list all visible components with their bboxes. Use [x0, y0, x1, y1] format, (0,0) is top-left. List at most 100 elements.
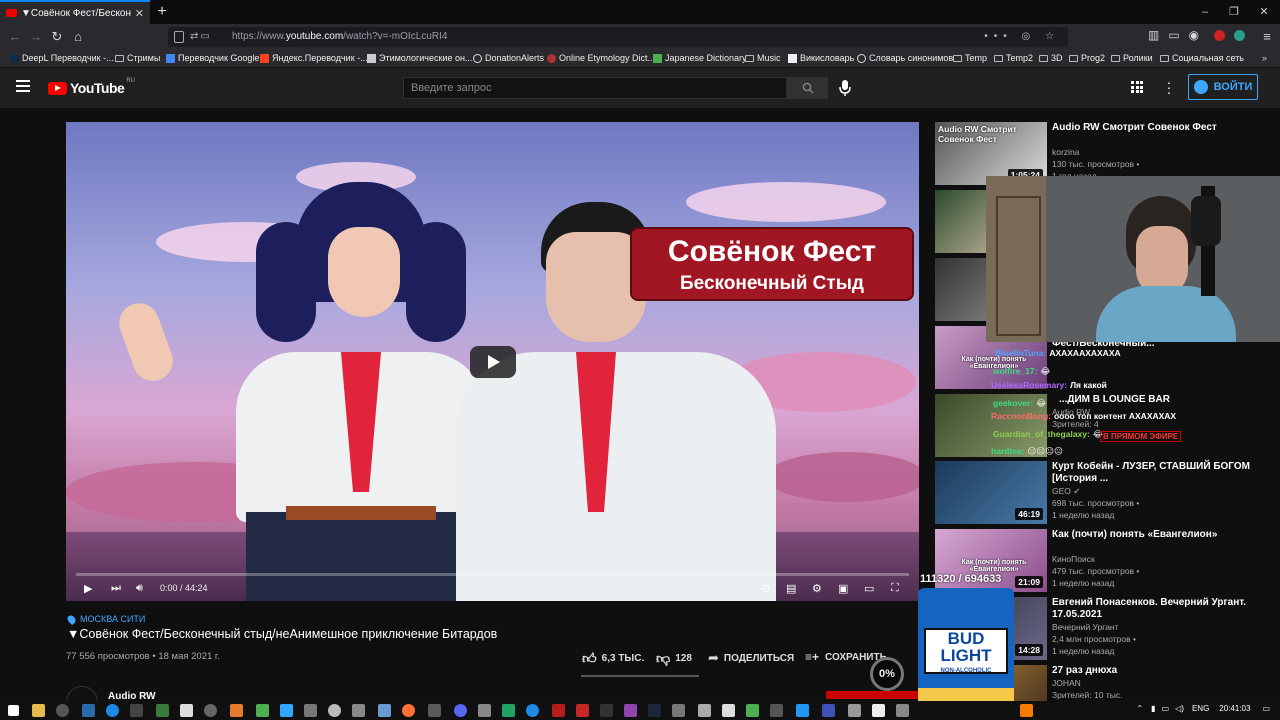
- app-icon[interactable]: [896, 704, 909, 717]
- home-icon[interactable]: ⌂: [69, 28, 87, 46]
- settings-more-icon[interactable]: · · ·: [1166, 75, 1172, 99]
- play-icon[interactable]: ▶: [84, 582, 92, 595]
- video-progress-bar[interactable]: [76, 573, 909, 576]
- app-icon[interactable]: [304, 704, 317, 717]
- bookmark-etymology-online[interactable]: Этимологические он...: [367, 53, 472, 63]
- system-tray[interactable]: ⌃ ▮ ▭ ◁) ENG 20:41:03 ▭: [1136, 704, 1270, 713]
- app-icon[interactable]: [428, 704, 441, 717]
- app-icon[interactable]: [600, 704, 613, 717]
- bookmark-videos[interactable]: Ролики: [1111, 53, 1153, 63]
- app-icon[interactable]: [156, 704, 169, 717]
- app-icon[interactable]: [698, 704, 711, 717]
- new-tab-button[interactable]: +: [153, 2, 171, 22]
- app-icon[interactable]: [722, 704, 735, 717]
- bookmark-synonyms[interactable]: Словарь синонимов: [857, 53, 953, 63]
- steam-icon[interactable]: [648, 704, 661, 717]
- excel-icon[interactable]: [502, 704, 515, 717]
- bookmark-social[interactable]: Социальная сеть: [1160, 53, 1244, 63]
- bookmark-3d[interactable]: 3D: [1039, 53, 1063, 63]
- bookmark-prog2[interactable]: Prog2: [1069, 53, 1105, 63]
- search-input[interactable]: Введите запрос: [403, 77, 787, 99]
- page-actions[interactable]: ••• ◎ ☆: [984, 27, 1060, 47]
- next-icon[interactable]: ⏭: [111, 582, 121, 595]
- app-icon[interactable]: [180, 704, 193, 717]
- steam-icon[interactable]: [82, 704, 95, 717]
- bookmark-donationalerts[interactable]: DonationAlerts: [473, 53, 544, 63]
- start-menu-icon[interactable]: [8, 705, 19, 716]
- hamburger-menu-icon[interactable]: ≡: [1258, 28, 1276, 46]
- app-icon[interactable]: [872, 704, 885, 717]
- bookmark-japanese-dictionary[interactable]: Japanese Dictionary: [653, 53, 747, 63]
- search-button[interactable]: [787, 77, 828, 99]
- app-icon[interactable]: [478, 704, 491, 717]
- subtitles-icon[interactable]: ▤: [786, 582, 796, 595]
- bookmark-wiktionary[interactable]: Викисловарь: [788, 53, 854, 63]
- discord-icon[interactable]: [454, 704, 467, 717]
- app-icon[interactable]: [672, 704, 685, 717]
- bookmark-yandex[interactable]: Яндекс.Переводчик -...: [260, 53, 368, 63]
- youtube-logo[interactable]: YouTube RU: [48, 78, 135, 96]
- app-icon[interactable]: [1020, 704, 1033, 717]
- location-link[interactable]: МОСКВА СИТИ: [65, 613, 145, 625]
- maximize-button[interactable]: ❐: [1219, 4, 1249, 20]
- app-icon[interactable]: [576, 704, 589, 717]
- app-icon[interactable]: [848, 704, 861, 717]
- autoplay-toggle[interactable]: ⊙: [761, 582, 770, 595]
- like-button[interactable]: 👍︎ 6,3 ТЫС.: [582, 650, 644, 667]
- dislike-button[interactable]: 👎︎ 128: [656, 650, 692, 667]
- bookmark-streams[interactable]: Стримы: [115, 53, 160, 63]
- app-icon[interactable]: [204, 704, 217, 717]
- app-icon[interactable]: [552, 704, 565, 717]
- app-icon[interactable]: [822, 704, 835, 717]
- visual-studio-icon[interactable]: [624, 704, 637, 717]
- app-icon[interactable]: [256, 704, 269, 717]
- browser-tab[interactable]: ▼Совёнок Фест/Бесконечный ✕: [0, 0, 150, 24]
- apps-grid-icon[interactable]: [1131, 81, 1143, 93]
- file-explorer-icon[interactable]: [32, 704, 45, 717]
- bookmark-music[interactable]: Music: [745, 53, 781, 63]
- address-bar[interactable]: ⇄▭ https://www.youtube.com/watch?v=-mOIc…: [168, 27, 1068, 47]
- close-window-button[interactable]: ✕: [1249, 4, 1279, 20]
- photoshop-icon[interactable]: [280, 704, 293, 717]
- permissions-icon[interactable]: ⇄▭: [190, 27, 212, 47]
- toolbar-icons[interactable]: ▥▭◉: [1148, 28, 1208, 46]
- back-arrow-icon[interactable]: ←: [6, 28, 24, 46]
- app-icon[interactable]: [746, 704, 759, 717]
- big-play-button[interactable]: [470, 346, 516, 378]
- gear-icon[interactable]: ⚙︎: [812, 582, 822, 595]
- theater-mode-icon[interactable]: ▭: [864, 582, 874, 595]
- app-icon[interactable]: [230, 704, 243, 717]
- video-player[interactable]: Совёнок Фест Бесконечный Стыд ▶ ⏭ 🔊︎ 0:0…: [66, 122, 919, 601]
- obs-icon[interactable]: [328, 704, 341, 717]
- extension-icon[interactable]: [1214, 30, 1225, 41]
- app-icon[interactable]: [526, 704, 539, 717]
- guide-menu-icon[interactable]: [16, 80, 30, 94]
- app-icon[interactable]: [106, 704, 119, 717]
- app-icon[interactable]: [378, 704, 391, 717]
- app-icon[interactable]: [352, 704, 365, 717]
- bookmark-etymology-dict[interactable]: Online Etymology Dict...: [547, 53, 655, 63]
- chrome-icon[interactable]: [56, 704, 69, 717]
- volume-icon[interactable]: 🔊︎: [136, 582, 143, 595]
- bookmark-temp2[interactable]: Temp2: [994, 53, 1033, 63]
- bookmark-google-translate[interactable]: Переводчик Google: [166, 53, 259, 63]
- miniplayer-icon[interactable]: ▣: [838, 582, 848, 595]
- profile-icon[interactable]: [1234, 30, 1245, 41]
- recommendation-item[interactable]: 46:19 Курт Кобейн - ЛУЗЕР, СТАВШИЙ БОГОМ…: [935, 461, 1280, 525]
- app-icon[interactable]: [796, 704, 809, 717]
- firefox-icon[interactable]: [402, 704, 415, 717]
- reload-icon[interactable]: ↻: [48, 28, 66, 46]
- bookmark-temp[interactable]: Temp: [953, 53, 987, 63]
- close-tab-icon[interactable]: ✕: [135, 7, 144, 20]
- minimize-button[interactable]: –: [1190, 4, 1220, 20]
- folder-icon: [1111, 54, 1120, 62]
- app-icon[interactable]: [770, 704, 783, 717]
- sign-in-button[interactable]: ВОЙТИ: [1188, 74, 1258, 100]
- forward-arrow-icon[interactable]: →: [27, 28, 45, 46]
- bookmark-deepl[interactable]: DeepL Переводчик -...: [10, 53, 114, 63]
- share-button[interactable]: ➦ ПОДЕЛИТЬСЯ: [708, 650, 794, 666]
- bookmarks-overflow-icon[interactable]: »: [1262, 53, 1267, 63]
- microphone-icon[interactable]: [838, 79, 852, 97]
- fullscreen-icon[interactable]: ⛶: [891, 582, 899, 595]
- app-icon[interactable]: [130, 704, 143, 717]
